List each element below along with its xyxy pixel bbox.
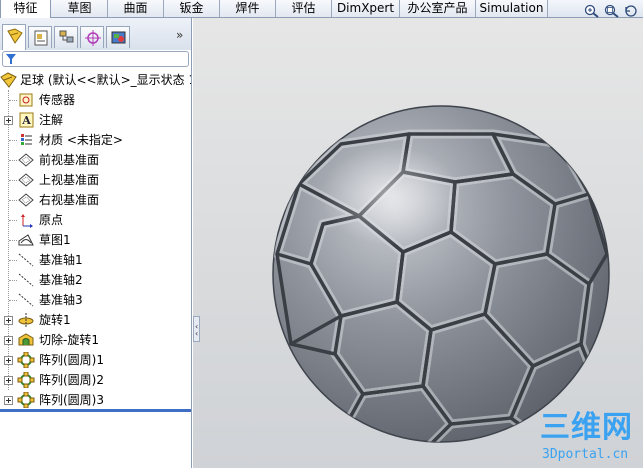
expand-toggle[interactable] xyxy=(4,336,13,345)
tree-item-label: 阵列(圆周)2 xyxy=(39,373,104,387)
expand-toggle[interactable] xyxy=(4,116,13,125)
tab-features[interactable]: 特征 xyxy=(0,0,51,18)
tree-item-label: 旋转1 xyxy=(39,313,71,327)
tab-weldments[interactable]: 焊件 xyxy=(220,0,276,17)
revolve-icon xyxy=(18,313,34,327)
circular-pattern-icon xyxy=(17,392,35,408)
tree-item[interactable]: 传感器 xyxy=(0,90,191,110)
command-manager-tabs: 特征 草图 曲面 钣金 焊件 评估 DimXpert 办公室产品 Simulat… xyxy=(0,0,643,18)
sketch-icon xyxy=(18,234,34,246)
watermark-title: 三维网 xyxy=(540,410,633,445)
tree-item[interactable]: 上视基准面 xyxy=(0,170,191,190)
tree-item[interactable]: 阵列(圆周)2 xyxy=(0,370,191,390)
tree-item[interactable]: 材质 <未指定> xyxy=(0,130,191,150)
rollback-bar[interactable] xyxy=(0,409,191,412)
filter-icon xyxy=(6,54,16,64)
plane-icon xyxy=(18,193,34,207)
tab-office-products[interactable]: 办公室产品 xyxy=(400,0,476,17)
circular-pattern-icon xyxy=(17,352,35,368)
manager-tab-bar: » xyxy=(0,18,191,50)
tree-item[interactable]: 基准轴2 xyxy=(0,270,191,290)
tab-dimxpert[interactable]: DimXpert xyxy=(332,0,400,17)
tree-item-label: 前视基准面 xyxy=(39,153,100,167)
tree-item[interactable]: 原点 xyxy=(0,210,191,230)
soccer-ball-model[interactable] xyxy=(271,104,611,444)
tree-item[interactable]: 右视基准面 xyxy=(0,190,191,210)
axis-icon xyxy=(18,273,34,287)
tab-sketch[interactable]: 草图 xyxy=(52,0,108,17)
feature-manager-icon xyxy=(7,28,23,44)
tab-evaluate[interactable]: 评估 xyxy=(276,0,332,17)
previous-view-icon[interactable] xyxy=(624,4,640,18)
part-icon xyxy=(0,72,17,88)
plane-icon xyxy=(18,153,34,167)
tab-surfaces[interactable]: 曲面 xyxy=(108,0,164,17)
panel-collapse-handle[interactable]: ‹ ‹ xyxy=(193,316,200,342)
expand-toggle[interactable] xyxy=(4,396,13,405)
tree-item-label: 基准轴1 xyxy=(39,253,83,267)
display-manager-icon xyxy=(111,31,126,44)
panel-expand-button[interactable]: » xyxy=(176,28,183,42)
feature-tree: 足球 (默认<<默认>_显示状态 1 传感器 A 注解 材质 <未指定> 前视基… xyxy=(0,70,191,410)
tree-item-label: 阵列(圆周)3 xyxy=(39,393,104,407)
origin-icon xyxy=(21,214,33,228)
heads-up-view-toolbar xyxy=(584,4,642,18)
tree-item[interactable]: 阵列(圆周)1 xyxy=(0,350,191,370)
tree-item[interactable]: 阵列(圆周)3 xyxy=(0,390,191,410)
tree-root-part[interactable]: 足球 (默认<<默认>_显示状态 1 xyxy=(0,70,191,90)
sensor-icon xyxy=(19,93,33,107)
feature-filter[interactable] xyxy=(2,51,189,67)
watermark-url: 3Dportal.cn xyxy=(542,447,629,462)
zoom-area-icon[interactable] xyxy=(604,4,620,18)
collapse-arrow-icon: ‹ ‹ xyxy=(195,322,199,338)
tree-item[interactable]: A 注解 xyxy=(0,110,191,130)
tree-item-label: 草图1 xyxy=(39,233,71,247)
watermark-logo: 三维网 3Dportal.cn xyxy=(540,410,640,468)
tree-item-label: 材质 <未指定> xyxy=(39,133,123,147)
material-icon xyxy=(21,134,32,145)
tab-display-manager[interactable] xyxy=(106,26,130,48)
tree-root-label: 足球 (默认<<默认>_显示状态 1 xyxy=(20,73,191,87)
tab-dimxpert-manager[interactable] xyxy=(80,26,104,48)
tree-item-label: 上视基准面 xyxy=(39,173,100,187)
tree-item-label: 切除-旋转1 xyxy=(39,333,99,347)
tree-item-label: 右视基准面 xyxy=(39,193,100,207)
circular-pattern-icon xyxy=(17,372,35,388)
configuration-manager-icon xyxy=(59,30,74,43)
property-manager-icon xyxy=(34,30,48,46)
tab-sheet-metal[interactable]: 钣金 xyxy=(164,0,220,17)
dimxpert-manager-icon xyxy=(85,30,101,46)
tree-item-label: 基准轴3 xyxy=(39,293,83,307)
expand-toggle[interactable] xyxy=(4,376,13,385)
plane-icon xyxy=(18,173,34,187)
tab-property-manager[interactable] xyxy=(28,26,52,48)
tree-item-label: 基准轴2 xyxy=(39,273,83,287)
tree-item-label: 阵列(圆周)1 xyxy=(39,353,104,367)
tree-item[interactable]: 旋转1 xyxy=(0,310,191,330)
tree-item[interactable]: 草图1 xyxy=(0,230,191,250)
tab-feature-manager[interactable] xyxy=(2,24,26,50)
tree-item[interactable]: 基准轴3 xyxy=(0,290,191,310)
cut-revolve-icon xyxy=(18,333,34,346)
feature-manager-panel: » 足球 (默认<<默认>_显示状态 1 传感器 A 注解 材质 <未指定> 前… xyxy=(0,18,192,468)
tree-item-label: 传感器 xyxy=(39,93,76,107)
tab-simulation[interactable]: Simulation xyxy=(476,0,548,17)
axis-icon xyxy=(18,253,34,267)
tree-item[interactable]: 基准轴1 xyxy=(0,250,191,270)
annotation-icon: A xyxy=(19,112,34,128)
svg-text:A: A xyxy=(21,114,31,127)
expand-toggle[interactable] xyxy=(4,356,13,365)
tree-item-label: 注解 xyxy=(39,113,64,127)
tree-item[interactable]: 前视基准面 xyxy=(0,150,191,170)
tab-configuration-manager[interactable] xyxy=(54,26,78,48)
expand-toggle[interactable] xyxy=(4,316,13,325)
axis-icon xyxy=(18,293,34,307)
zoom-to-fit-icon[interactable] xyxy=(584,4,600,18)
tree-item-label: 原点 xyxy=(39,213,64,227)
tree-item[interactable]: 切除-旋转1 xyxy=(0,330,191,350)
